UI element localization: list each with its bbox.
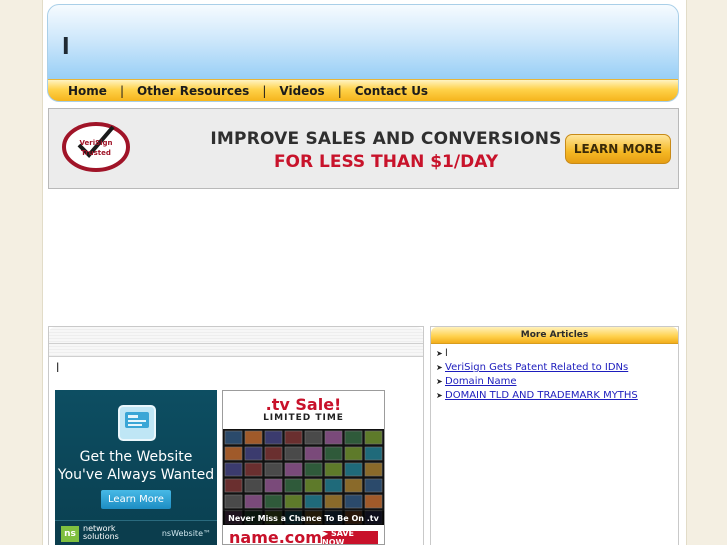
seal-line2: Trusted [81, 149, 111, 157]
ns-ad-footer: ns network solutions nsWebsite™ [55, 520, 217, 545]
tv-screen-tile [304, 430, 323, 445]
tv-sale-ad[interactable]: .tv Sale! LIMITED TIME Never Miss a Chan… [222, 390, 385, 545]
list-item: ➤ l [436, 347, 678, 361]
arrow-right-icon: ➤ [436, 349, 443, 358]
tv-screen-tile [344, 430, 363, 445]
article-link[interactable]: DOMAIN TLD AND TRADEMARK MYTHS [445, 389, 638, 403]
tv-screen-tile [324, 446, 343, 461]
tv-screen-tile [324, 462, 343, 477]
list-item: ➤ Domain Name [436, 375, 678, 389]
main-box-header [49, 327, 423, 344]
tv-screen-tile [264, 478, 283, 493]
tv-screen-tile [224, 446, 243, 461]
ns-brand-name: network solutions [83, 525, 119, 541]
tv-screen-tile [244, 478, 263, 493]
site-header: l Home | Other Resources | Videos | Cont… [47, 4, 679, 102]
nav-other-resources-link[interactable]: Other Resources [137, 84, 249, 98]
tv-screen-tile [324, 430, 343, 445]
tv-screen-tile [344, 462, 363, 477]
ns-learn-more-button[interactable]: Learn More [101, 490, 171, 509]
network-solutions-ad[interactable]: Get the Website You've Always Wanted Lea… [55, 390, 217, 545]
verisign-promo-banner[interactable]: VeriSign Trusted IMPROVE SALES AND CONVE… [48, 108, 679, 189]
article-link[interactable]: Domain Name [445, 375, 516, 389]
tv-screen-tile [364, 494, 383, 509]
ns-ad-headline-line1: Get the Website [79, 449, 193, 465]
tv-screen-tile [344, 478, 363, 493]
list-item: ➤ VeriSign Gets Patent Related to IDNs [436, 361, 678, 375]
tv-screen-tile [284, 430, 303, 445]
tv-screen-tile [264, 446, 283, 461]
tv-screen-tile [324, 494, 343, 509]
tv-screen-tile [304, 462, 323, 477]
nav-videos-link[interactable]: Videos [279, 84, 324, 98]
tv-screen-tile [284, 462, 303, 477]
tv-screen-tile [304, 446, 323, 461]
network-solutions-logo-icon: ns [61, 526, 79, 542]
seal-line1: VeriSign [79, 139, 112, 147]
tv-ad-subtitle: LIMITED TIME [263, 413, 344, 423]
ns-product-name: nsWebsite™ [161, 529, 211, 538]
tv-screen-tile [224, 430, 243, 445]
tv-screen-tile [364, 430, 383, 445]
tv-screen-tile [304, 494, 323, 509]
ns-ad-headline-line2: You've Always Wanted [57, 467, 215, 483]
ns-ad-headline: Get the Website You've Always Wanted [55, 448, 217, 484]
tv-ad-title: .tv Sale! [265, 395, 342, 414]
promo-subheadline: FOR LESS THAN $1/DAY [273, 152, 499, 172]
arrow-right-icon: ➤ [436, 377, 443, 386]
sidebar-title: More Articles [431, 327, 678, 344]
tv-screen-tile [264, 462, 283, 477]
nav-home-link[interactable]: Home [68, 84, 107, 98]
tv-screen-tile [224, 478, 243, 493]
tv-screen-tile [264, 494, 283, 509]
tv-screen-tile [244, 494, 263, 509]
article-item-label: l [445, 348, 448, 359]
promo-headline: IMPROVE SALES AND CONVERSIONS [210, 129, 562, 149]
main-body-text: l [56, 361, 60, 375]
site-title: l [62, 35, 70, 60]
main-box-subheader [49, 344, 423, 357]
more-articles-sidebar: More Articles ➤ l ➤ VeriSign Gets Patent… [430, 326, 679, 545]
verisign-seal-icon: VeriSign Trusted [62, 122, 130, 172]
tv-screen-tile [344, 446, 363, 461]
nav-separator: | [262, 83, 267, 98]
tv-screen-tile [264, 430, 283, 445]
website-box-icon [118, 405, 156, 441]
arrow-right-icon: ➤ [436, 391, 443, 400]
tv-screen-tile [344, 494, 363, 509]
tv-screen-tile [284, 494, 303, 509]
tv-screen-tile [324, 478, 343, 493]
tv-screen-tile [284, 478, 303, 493]
tv-screen-tile [364, 478, 383, 493]
article-link[interactable]: VeriSign Gets Patent Related to IDNs [445, 361, 628, 375]
tv-screen-tile [284, 446, 303, 461]
main-nav: Home | Other Resources | Videos | Contac… [48, 79, 678, 101]
arrow-right-icon: ➤ [436, 363, 443, 372]
name-com-logo: name.com [229, 528, 322, 545]
nav-separator: | [119, 83, 124, 98]
ns-brand-line2: solutions [83, 532, 119, 541]
save-now-button[interactable]: ▶ SAVE NOW [322, 529, 378, 544]
nav-separator: | [337, 83, 342, 98]
tv-screen-tile [364, 446, 383, 461]
tv-screen-tile [224, 462, 243, 477]
tv-screen-tile [244, 446, 263, 461]
nav-contact-us-link[interactable]: Contact Us [355, 84, 428, 98]
tv-ad-caption: Never Miss a Chance To Be On .tv [223, 511, 384, 525]
tv-screen-tile [224, 494, 243, 509]
tv-screen-tile [244, 430, 263, 445]
list-item: ➤ DOMAIN TLD AND TRADEMARK MYTHS [436, 389, 678, 403]
tv-screen-tile [244, 462, 263, 477]
tv-screen-tile [364, 462, 383, 477]
articles-list: ➤ l ➤ VeriSign Gets Patent Related to ID… [431, 344, 678, 403]
tv-screen-tile [304, 478, 323, 493]
learn-more-button[interactable]: LEARN MORE [565, 134, 671, 164]
